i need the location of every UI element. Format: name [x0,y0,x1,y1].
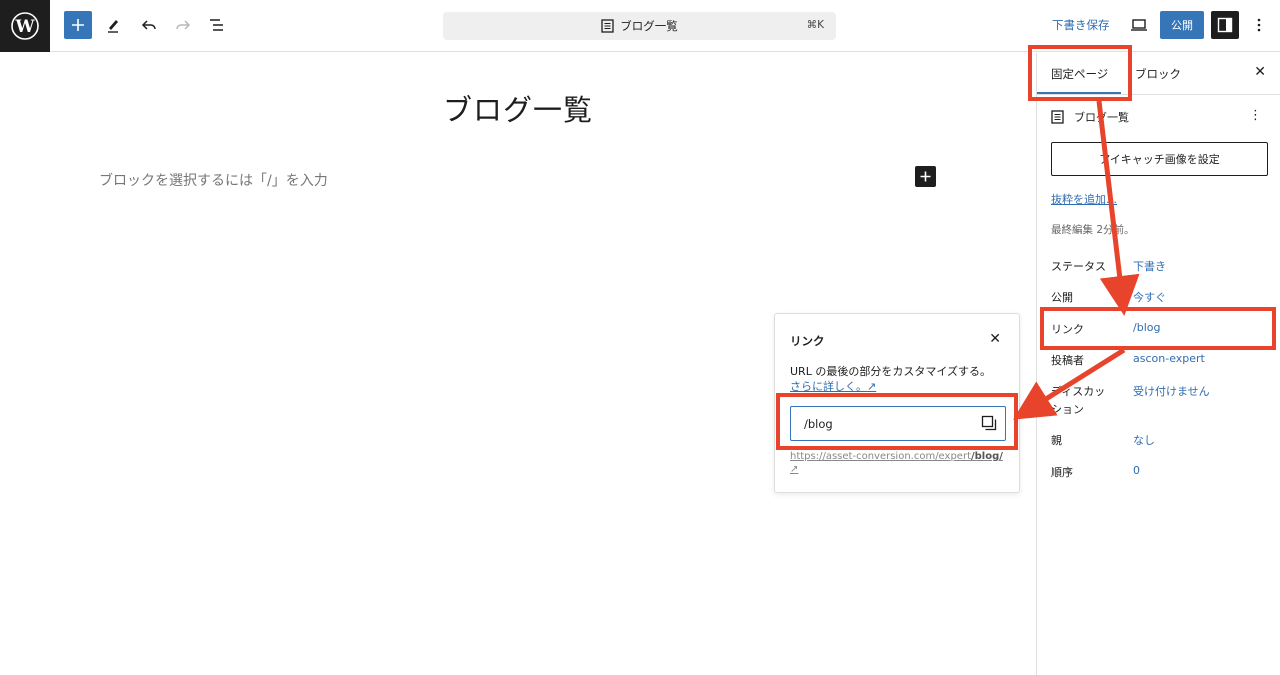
command-shortcut: ⌘K [806,19,824,31]
plus-icon [920,171,931,182]
block-inserter-button[interactable] [915,166,936,187]
settings-toggle-button[interactable] [1211,11,1239,39]
annotation-box-link-row [1040,307,1276,350]
property-value[interactable]: 0 [1133,464,1140,477]
sidebar-doc-title: ブログ一覧 [1074,111,1129,124]
property-row-author: 投稿者 ascon-expert [1051,352,1271,372]
page-icon [601,19,614,33]
property-label: ディスカッション [1051,385,1106,416]
property-label: ステータス [1051,260,1106,273]
property-value[interactable]: 受け付けません [1133,383,1210,399]
sidebar-icon [1217,17,1233,33]
popover-description: URL の最後の部分をカスタマイズする。 さらに詳しく。↗ [790,364,1012,394]
annotation-box-slug-input [776,393,1018,450]
undo-button[interactable] [138,10,160,40]
save-draft-button[interactable]: 下書き保存 [1052,17,1110,33]
permalink-url[interactable]: https://asset-conversion.com/expert/blog… [790,450,1012,476]
property-label: 順序 [1051,466,1073,479]
add-excerpt-link[interactable]: 抜粋を追加… [1051,191,1117,207]
document-bar[interactable]: ブログ一覧 ⌘K [443,12,836,40]
property-row-parent: 親 なし [1051,432,1271,452]
property-value[interactable]: 今すぐ [1133,289,1166,305]
property-row-discussion: ディスカッション 受け付けません [1051,383,1271,417]
popover-title: リンク [790,334,825,348]
wordpress-logo-icon[interactable]: W [0,0,50,52]
property-row-publish: 公開 今すぐ [1051,289,1271,309]
property-label: 親 [1051,434,1062,447]
options-menu-button[interactable] [1250,10,1268,40]
redo-icon [176,20,191,30]
sidebar-doc-header: ブログ一覧 [1051,109,1129,125]
undo-icon [141,20,156,30]
set-featured-image-button[interactable]: アイキャッチ画像を設定 [1051,142,1268,176]
settings-sidebar: 固定ページ ブロック ✕ ブログ一覧 ⋮ アイキャッチ画像を設定 抜粋を追加… … [1036,53,1280,675]
plus-icon [72,19,84,31]
property-value[interactable]: ascon-expert [1133,352,1205,365]
annotation-box-page-tab [1028,45,1132,101]
popover-description-text: URL の最後の部分をカスタマイズする。 [790,365,991,378]
redo-button[interactable] [172,10,194,40]
preview-button[interactable] [1128,10,1150,40]
property-label: 公開 [1051,291,1073,304]
property-value[interactable]: 下書き [1133,258,1166,274]
property-value[interactable]: なし [1133,432,1155,448]
tab-block[interactable]: ブロック [1135,66,1181,82]
svg-text:W: W [14,17,35,37]
page-icon [1051,110,1064,124]
close-icon[interactable]: ✕ [989,331,1001,347]
edit-tool-button[interactable] [102,10,124,40]
document-title: ブログ一覧 [620,19,678,33]
external-link-icon: ↗ [790,464,799,475]
desktop-preview-icon [1131,19,1147,31]
permalink-prefix: https://asset-conversion.com/expert [790,451,971,462]
add-block-button[interactable] [64,11,92,39]
pencil-icon [108,20,118,33]
page-title[interactable]: ブログ一覧 [0,87,1036,129]
kebab-icon[interactable]: ⋮ [1249,108,1262,123]
close-icon[interactable]: ✕ [1254,64,1266,80]
property-row-order: 順序 0 [1051,464,1271,484]
property-label: 投稿者 [1051,354,1084,367]
last-edited-text: 最終編集 2分前。 [1051,224,1135,236]
list-view-icon [210,19,223,31]
property-row-status: ステータス 下書き [1051,258,1271,278]
learn-more-link[interactable]: さらに詳しく。↗ [790,380,876,393]
list-view-button[interactable] [206,10,228,40]
permalink-slug: /blog/ [971,451,1003,462]
publish-button[interactable]: 公開 [1160,11,1204,39]
block-placeholder[interactable]: ブロックを選択するには「/」を入力 [99,170,328,190]
kebab-icon [1257,18,1261,32]
